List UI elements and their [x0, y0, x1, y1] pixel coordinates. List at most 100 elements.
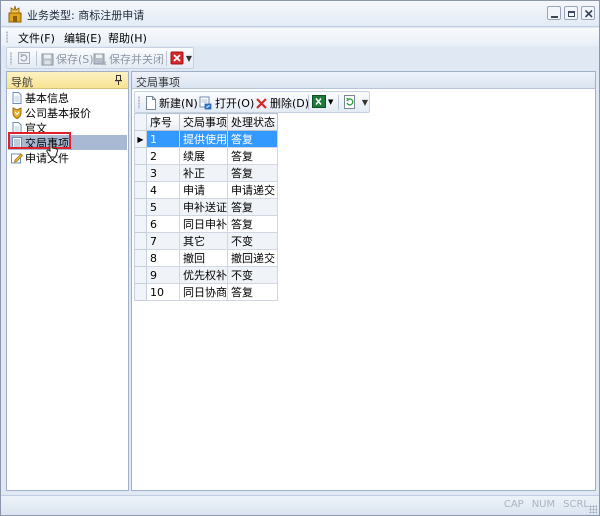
cell-status[interactable]: 撤回递交: [227, 249, 278, 267]
dropdown-arrow-icon[interactable]: ▼: [328, 98, 333, 106]
row-header[interactable]: [134, 198, 147, 216]
document-icon: [12, 91, 22, 104]
cell-item[interactable]: 其它: [179, 232, 228, 250]
cell-number[interactable]: 1: [146, 130, 180, 148]
cell-status[interactable]: 答复: [227, 147, 278, 165]
save-button[interactable]: 保存(S): [41, 51, 94, 67]
row-header[interactable]: [134, 283, 147, 301]
cell-number[interactable]: 6: [146, 215, 180, 233]
content-title: 交局事项: [136, 76, 180, 89]
open-button[interactable]: 打开(O): [199, 95, 254, 111]
refresh-button[interactable]: [17, 51, 31, 65]
menu-grip-handle[interactable]: [6, 31, 8, 43]
cell-status[interactable]: 不变: [227, 232, 278, 250]
close-red-icon: [170, 51, 184, 65]
row-header[interactable]: [134, 147, 147, 165]
menu-bar: 文件(F) 编辑(E) 帮助(H): [1, 28, 599, 46]
new-button[interactable]: 新建(N): [145, 95, 198, 111]
content-panel: 交局事项 新建(N) 打开(O) 删除(D) ▼ ▼ 序号 交局事项 处理状态 …: [131, 71, 596, 491]
cell-status[interactable]: 不变: [227, 266, 278, 284]
table-row[interactable]: 3 补正 答复: [134, 164, 278, 182]
toolbar-separator: [166, 51, 167, 66]
cell-status[interactable]: 答复: [227, 198, 278, 216]
excel-icon: [312, 95, 326, 108]
delete-button[interactable]: 删除(D): [255, 95, 309, 111]
shield-icon: [12, 106, 22, 119]
nav-item-label: 官文: [25, 121, 47, 135]
cell-status[interactable]: 答复: [227, 215, 278, 233]
save-close-button[interactable]: 保存并关闭: [93, 51, 164, 67]
row-header[interactable]: [134, 249, 147, 267]
window-title: 业务类型: 商标注册申请: [27, 9, 145, 22]
nav-item-basic-info[interactable]: 基本信息: [8, 90, 127, 105]
column-header-item[interactable]: 交局事项: [179, 113, 228, 131]
cell-item[interactable]: 撤回: [179, 249, 228, 267]
export-excel-button[interactable]: ▼: [312, 95, 333, 108]
cell-item[interactable]: 同日申补送: [179, 215, 228, 233]
minimize-button[interactable]: [547, 6, 561, 20]
column-header-status[interactable]: 处理状态: [227, 113, 278, 131]
toolbar-grip-handle[interactable]: [10, 52, 12, 65]
cell-item[interactable]: 申请: [179, 181, 228, 199]
resize-grip-handle[interactable]: [589, 505, 597, 513]
column-header-number[interactable]: 序号: [146, 113, 180, 131]
menu-file[interactable]: 文件(F): [15, 30, 58, 46]
table-row[interactable]: 7 其它 不变: [134, 232, 278, 250]
nav-item-submission-items[interactable]: 交局事项: [8, 135, 127, 150]
maximize-button[interactable]: [564, 6, 578, 20]
cell-item[interactable]: 优先权补充: [179, 266, 228, 284]
table-row[interactable]: 6 同日申补送 答复: [134, 215, 278, 233]
nav-item-application-files[interactable]: 申请文件: [8, 150, 127, 165]
row-header[interactable]: [134, 164, 147, 182]
row-header[interactable]: [134, 181, 147, 199]
nav-item-official-docs[interactable]: 官文: [8, 120, 127, 135]
cell-number[interactable]: 2: [146, 147, 180, 165]
cell-status[interactable]: 答复: [227, 130, 278, 148]
cell-number[interactable]: 5: [146, 198, 180, 216]
menu-edit[interactable]: 编辑(E): [61, 30, 105, 46]
cell-item[interactable]: 续展: [179, 147, 228, 165]
num-lock-indicator: NUM: [531, 499, 556, 510]
menu-help[interactable]: 帮助(H): [105, 30, 150, 46]
pin-icon[interactable]: [114, 75, 123, 85]
status-bar: CAP NUM SCRL: [1, 495, 599, 515]
table-row[interactable]: 9 优先权补充 不变: [134, 266, 278, 284]
table-row[interactable]: 4 申请 申请递交: [134, 181, 278, 199]
table-row[interactable]: 10 同日协商 答复: [134, 283, 278, 301]
content-header: 交局事项: [132, 72, 595, 89]
submission-table: 序号 交局事项 处理状态 ▶ 1 提供使用证 答复 2 续展 答复: [134, 113, 278, 301]
refresh-button[interactable]: [343, 95, 357, 109]
table-row[interactable]: ▶ 1 提供使用证 答复: [134, 130, 278, 148]
cell-number[interactable]: 9: [146, 266, 180, 284]
cell-item[interactable]: 提供使用证: [179, 130, 228, 148]
nav-item-label: 基本信息: [25, 91, 69, 105]
cell-number[interactable]: 10: [146, 283, 180, 301]
cell-number[interactable]: 8: [146, 249, 180, 267]
cell-status[interactable]: 答复: [227, 164, 278, 182]
cell-item[interactable]: 补正: [179, 164, 228, 182]
close-button[interactable]: [581, 6, 595, 20]
table-header-row: 序号 交局事项 处理状态: [134, 113, 278, 131]
cell-status[interactable]: 答复: [227, 283, 278, 301]
table-row[interactable]: 8 撤回 撤回递交: [134, 249, 278, 267]
toolbar-separator: [308, 95, 309, 110]
row-header[interactable]: [134, 215, 147, 233]
cell-number[interactable]: 4: [146, 181, 180, 199]
toolbar-overflow-icon[interactable]: ▼: [186, 54, 192, 63]
cell-status[interactable]: 申请递交: [227, 181, 278, 199]
close-document-button[interactable]: [170, 51, 184, 65]
toolbar-grip-handle[interactable]: [138, 96, 140, 109]
table-row[interactable]: 2 续展 答复: [134, 147, 278, 165]
cell-item[interactable]: 同日协商: [179, 283, 228, 301]
row-header[interactable]: [134, 232, 147, 250]
cell-number[interactable]: 7: [146, 232, 180, 250]
cell-item[interactable]: 申补送证明: [179, 198, 228, 216]
app-window: 业务类型: 商标注册申请 文件(F) 编辑(E) 帮助(H) 保存(S) 保存并…: [0, 0, 600, 516]
row-header[interactable]: [134, 266, 147, 284]
nav-item-company-quote[interactable]: 公司基本报价: [8, 105, 127, 120]
toolbar-overflow-icon[interactable]: ▼: [362, 98, 368, 107]
table-row[interactable]: 5 申补送证明 答复: [134, 198, 278, 216]
toolbar-separator: [36, 51, 37, 66]
row-selector-icon[interactable]: ▶: [134, 130, 147, 148]
cell-number[interactable]: 3: [146, 164, 180, 182]
